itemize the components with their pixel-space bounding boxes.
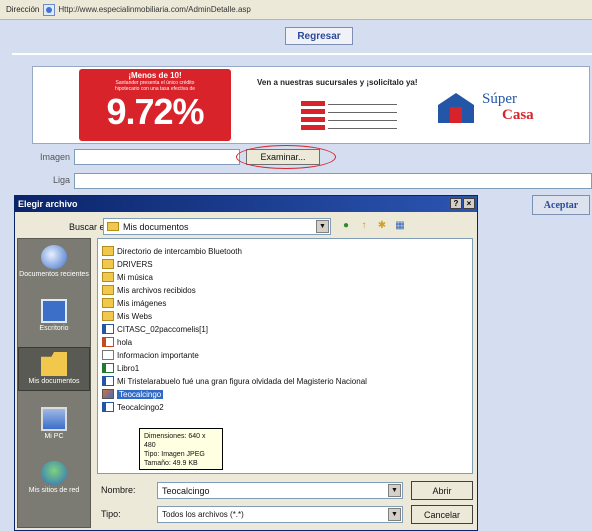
file-item[interactable]: Mi Tristelarabuelo fué una gran figura o… (102, 375, 367, 387)
tooltip-type: Tipo: Imagen JPEG (144, 451, 205, 458)
recent-documents-icon (41, 245, 67, 269)
choose-file-dialog: Elegir archivo ? × Buscar en: Mis docume… (14, 195, 478, 531)
my-documents-icon (41, 352, 67, 376)
file-item[interactable]: hola (102, 336, 132, 348)
tooltip-dimensions: Dimensiones: 640 x 480 (144, 433, 206, 449)
file-item[interactable]: Directorio de intercambio Bluetooth (102, 245, 242, 257)
imagen-label: Imagen (39, 152, 70, 162)
dialog-title: Elegir archivo (18, 199, 78, 209)
file-item[interactable]: Teocalcingo2 (102, 401, 164, 413)
network-places-icon (41, 461, 67, 485)
folder-icon (107, 222, 119, 231)
file-item[interactable]: Libro1 (102, 362, 139, 374)
cancel-button[interactable]: Cancelar (411, 505, 473, 524)
back-icon[interactable]: ● (339, 218, 353, 232)
ad-banner: ¡Menos de 10! Santander presenta el únic… (32, 66, 590, 144)
accept-button[interactable]: Aceptar (532, 195, 590, 215)
place-recent[interactable]: Documentos recientes (18, 245, 90, 279)
file-item[interactable]: Informacion importante (102, 349, 199, 361)
open-button[interactable]: Abrir (411, 481, 473, 500)
image-file-icon (102, 389, 114, 399)
logo-text-line1: Súper (482, 91, 517, 107)
address-url[interactable]: Http://www.especialinmobiliaria.com/Admi… (58, 5, 251, 14)
views-icon[interactable]: ▦ (393, 218, 407, 232)
file-info-tooltip: Dimensiones: 640 x 480 Tipo: Imagen JPEG… (139, 428, 223, 470)
file-item[interactable]: Mis Webs (102, 310, 152, 322)
places-bar: Documentos recientes Escritorio Mis docu… (17, 238, 91, 528)
contact-line (301, 100, 397, 106)
presentation-icon (102, 337, 114, 347)
lookin-value: Mis documentos (123, 221, 189, 232)
address-bar: Dirección Http://www.especialinmobiliari… (0, 0, 592, 20)
folder-icon (102, 298, 114, 308)
chevron-down-icon[interactable]: ▼ (388, 508, 401, 521)
folder-icon (102, 259, 114, 269)
word-document-icon (102, 402, 114, 412)
place-label: Mis documentos (28, 378, 80, 385)
imagen-row: Imagen Examinar... (0, 145, 592, 169)
word-document-icon (102, 324, 114, 334)
liga-label: Liga (52, 175, 70, 185)
file-item[interactable]: DRIVERS (102, 258, 153, 270)
text-file-icon (102, 350, 114, 360)
logo-text-line2: Casa (502, 107, 534, 123)
place-my-computer[interactable]: Mi PC (18, 407, 90, 441)
place-label: Mis sitios de red (28, 487, 80, 494)
new-folder-icon[interactable]: ✱ (375, 218, 389, 232)
imagen-input[interactable] (74, 149, 240, 165)
dialog-titlebar[interactable]: Elegir archivo ? × (15, 196, 477, 212)
my-computer-icon (41, 407, 67, 431)
file-item[interactable]: CITASC_02paccomelis[1] (102, 323, 208, 335)
up-folder-icon[interactable]: ↑ (357, 218, 371, 232)
folder-icon (102, 311, 114, 321)
place-desktop[interactable]: Escritorio (18, 299, 90, 333)
chevron-down-icon[interactable]: ▼ (388, 484, 401, 497)
filename-label: Nombre: (101, 485, 136, 495)
filetype-label: Tipo: (101, 509, 121, 519)
liga-input[interactable] (74, 173, 592, 189)
folder-icon (102, 285, 114, 295)
file-item-selected[interactable]: Teocalcingo (102, 388, 164, 400)
place-my-documents[interactable]: Mis documentos (18, 347, 90, 391)
back-button[interactable]: Regresar (285, 27, 353, 45)
contact-lines (301, 100, 397, 132)
lookin-dropdown[interactable]: Mis documentos ▼ (103, 218, 331, 235)
help-button[interactable]: ? (450, 198, 462, 209)
promo-subtext-2: hipotecario con una tasa efectiva de (114, 86, 196, 92)
folder-icon (102, 272, 114, 282)
close-button[interactable]: × (463, 198, 475, 209)
filename-value: Teocalcingo (162, 485, 210, 496)
promo-rate: 9.72% (106, 91, 204, 132)
promo-box: ¡Menos de 10! Santander presenta el únic… (79, 69, 231, 141)
tooltip-size: Tamaño: 49.9 KB (144, 460, 198, 467)
chevron-down-icon[interactable]: ▼ (316, 220, 329, 233)
file-item[interactable]: Mi música (102, 271, 153, 283)
filetype-select[interactable]: Todos los archivos (*.*) ▼ (157, 506, 403, 523)
contact-line (301, 116, 397, 122)
house-icon (438, 93, 474, 123)
place-network[interactable]: Mis sitios de red (18, 461, 90, 495)
folder-icon (102, 246, 114, 256)
super-casa-logo: Súper Casa (438, 83, 558, 127)
file-item[interactable]: Mis archivos recibidos (102, 284, 196, 296)
word-document-icon (102, 376, 114, 386)
place-label: Escritorio (39, 325, 69, 332)
promo-heading: ¡Menos de 10! (128, 71, 182, 80)
filename-input[interactable]: Teocalcingo ▼ (157, 482, 403, 499)
visit-text: Ven a nuestras sucursales y ¡solicítalo … (257, 78, 418, 87)
contact-line (301, 124, 397, 130)
dialog-toolbar: ● ↑ ✱ ▦ (339, 218, 407, 232)
filetype-value: Todos los archivos (*.*) (162, 510, 244, 519)
spreadsheet-icon (102, 363, 114, 373)
page-icon (43, 3, 56, 16)
file-item[interactable]: Mis imágenes (102, 297, 166, 309)
place-label: Mi PC (44, 433, 64, 440)
desktop-icon (41, 299, 67, 323)
divider (12, 53, 592, 55)
contact-line (301, 108, 397, 114)
place-label: Documentos recientes (19, 271, 89, 278)
liga-row: Liga (0, 172, 592, 190)
highlight-circle (236, 145, 336, 169)
address-label: Dirección (6, 5, 40, 14)
